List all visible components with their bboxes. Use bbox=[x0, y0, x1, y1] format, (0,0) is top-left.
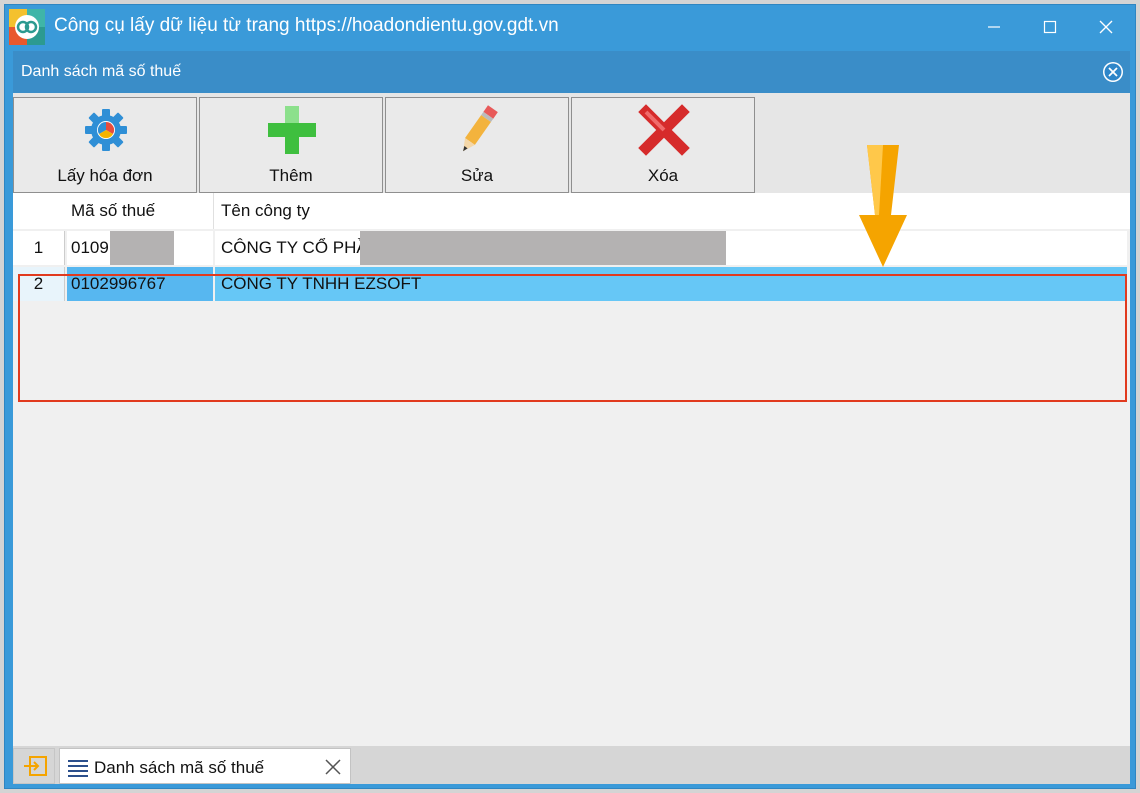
app-logo-icon bbox=[9, 9, 45, 45]
panel-close-button[interactable] bbox=[1102, 61, 1124, 83]
document-tab-label: Danh sách mã số thuế bbox=[94, 758, 265, 777]
tax-code-grid: Mã số thuế Tên công ty 1 0109 CÔNG TY CỔ… bbox=[13, 193, 1130, 741]
grid-header: Mã số thuế Tên công ty bbox=[13, 193, 1130, 229]
redaction-block bbox=[360, 231, 726, 265]
tax-code-cell[interactable]: 0102996767 bbox=[67, 267, 213, 301]
column-header-company[interactable]: Tên công ty bbox=[221, 201, 310, 221]
delete-button[interactable]: Xóa bbox=[571, 97, 755, 193]
enter-icon bbox=[24, 756, 47, 776]
row-number: 1 bbox=[13, 231, 65, 265]
close-icon bbox=[1099, 20, 1113, 34]
row-number: 2 bbox=[13, 267, 65, 301]
circle-close-icon bbox=[1103, 62, 1123, 82]
maximize-button[interactable] bbox=[1027, 9, 1073, 45]
toolbar: Lấy hóa đơn Thêm Sửa Xóa bbox=[13, 93, 1130, 193]
document-tab[interactable]: Danh sách mã số thuế bbox=[59, 748, 351, 784]
status-bar: Danh sách mã số thuế bbox=[13, 746, 1130, 784]
delete-label: Xóa bbox=[647, 166, 679, 185]
minimize-icon bbox=[988, 26, 1000, 28]
maximize-icon bbox=[1043, 20, 1057, 34]
table-row[interactable]: 2 0102996767 CÔNG TY TNHH EZSOFT bbox=[13, 267, 1130, 303]
gear-icon bbox=[85, 109, 127, 151]
company-cell[interactable]: CÔNG TY TNHH EZSOFT bbox=[215, 267, 1127, 301]
minimize-button[interactable] bbox=[971, 9, 1017, 45]
pencil-icon bbox=[463, 105, 498, 152]
enter-button[interactable] bbox=[13, 748, 55, 784]
list-icon bbox=[68, 760, 88, 777]
add-label: Thêm bbox=[269, 166, 313, 185]
panel-header: Danh sách mã số thuế bbox=[13, 51, 1130, 93]
close-button[interactable] bbox=[1083, 9, 1129, 45]
edit-button[interactable]: Sửa bbox=[385, 97, 569, 193]
get-invoices-button[interactable]: Lấy hóa đơn bbox=[13, 97, 197, 193]
title-bar[interactable]: Công cụ lấy dữ liệu từ trang https://hoa… bbox=[5, 5, 1135, 47]
column-divider bbox=[213, 193, 214, 229]
plus-icon bbox=[268, 106, 316, 154]
column-header-tax-code[interactable]: Mã số thuế bbox=[71, 201, 155, 221]
redaction-block bbox=[110, 231, 174, 265]
edit-label: Sửa bbox=[460, 166, 494, 185]
client-area: Danh sách mã số thuế Lấy hóa đơn Thêm Sử… bbox=[13, 51, 1130, 784]
close-icon[interactable] bbox=[324, 758, 342, 776]
get-invoices-label: Lấy hóa đơn bbox=[57, 166, 153, 185]
add-button[interactable]: Thêm bbox=[199, 97, 383, 193]
down-arrow-icon bbox=[859, 145, 907, 267]
window-title: Công cụ lấy dữ liệu từ trang https://hoa… bbox=[54, 15, 559, 36]
table-row[interactable]: 1 0109 CÔNG TY CỔ PHẦ bbox=[13, 231, 1130, 267]
panel-title: Danh sách mã số thuế bbox=[21, 63, 182, 80]
app-window: Công cụ lấy dữ liệu từ trang https://hoa… bbox=[4, 4, 1136, 789]
x-delete-icon bbox=[638, 104, 690, 156]
